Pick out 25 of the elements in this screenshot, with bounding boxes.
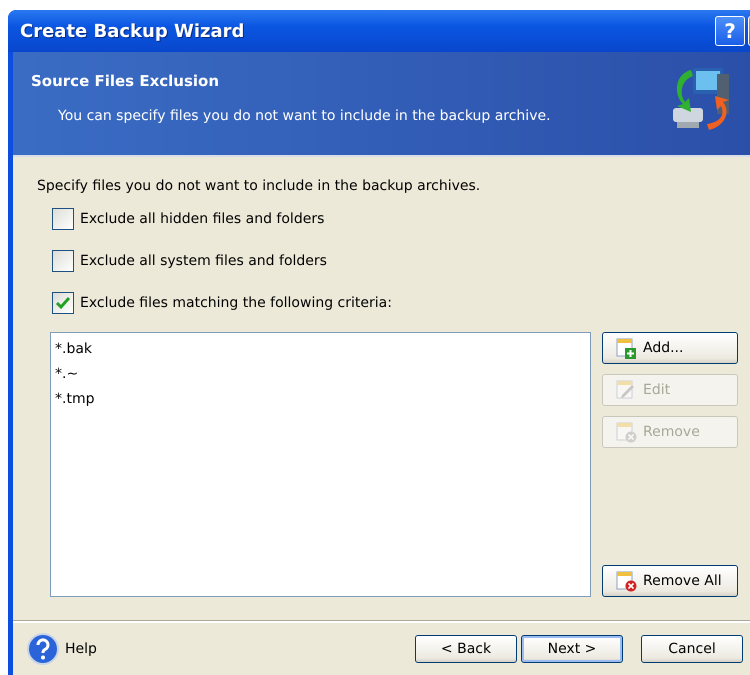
help-link[interactable]: Help: [65, 641, 97, 657]
checkbox-label[interactable]: Exclude files matching the following criteria:: [80, 295, 392, 311]
remove-document-icon: [615, 421, 637, 443]
criteria-item[interactable]: *.~: [55, 362, 586, 387]
wizard-button[interactable]: Cancel: [641, 635, 743, 663]
checkbox-label[interactable]: Exclude all system files and folders: [80, 253, 327, 269]
checkbox[interactable]: [52, 292, 74, 314]
edit-document-icon: [615, 379, 637, 401]
checkbox[interactable]: [52, 250, 74, 272]
wizard-button[interactable]: < Back: [415, 635, 517, 663]
step-title: Source Files Exclusion: [31, 72, 220, 90]
instruction-text: Specify files you do not want to include in the backup archives.: [37, 178, 482, 194]
wizard-button[interactable]: Next >: [521, 635, 623, 663]
add-document-icon: [615, 337, 637, 359]
help-button[interactable]: ?: [715, 16, 745, 46]
checkbox[interactable]: [52, 208, 74, 230]
criteria-item[interactable]: *.tmp: [55, 387, 586, 412]
criteria-item[interactable]: *.bak: [55, 337, 586, 362]
remove-all-button[interactable]: Remove All: [602, 565, 738, 597]
window-title: Create Backup Wizard: [20, 20, 246, 42]
remove-document-icon: [615, 570, 637, 592]
checkbox-label[interactable]: Exclude all hidden files and folders: [80, 211, 324, 227]
add-button[interactable]: Add...: [602, 332, 738, 364]
step-description: You can specify files you do not want to include in the backup archive.: [58, 108, 552, 124]
help-icon[interactable]: [27, 633, 59, 665]
